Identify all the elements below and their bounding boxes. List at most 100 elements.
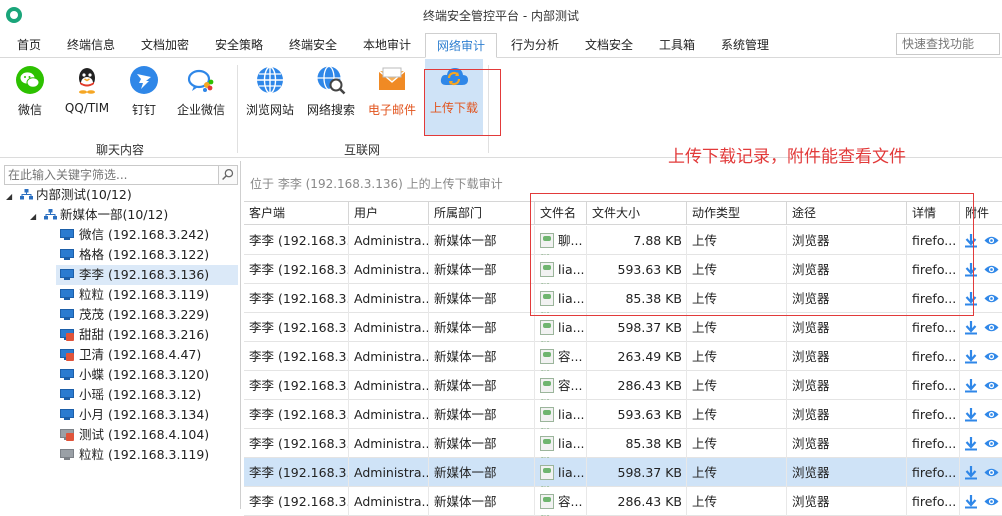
cell-user-text: Administra... — [354, 378, 429, 393]
tree-filter-input[interactable] — [4, 165, 218, 185]
tree-terminal-node[interactable]: 甜甜 (192.168.3.216) — [60, 325, 238, 345]
tree-group-node[interactable]: ◢ 新媒体一部(10/12) — [30, 205, 168, 225]
tab-terminal-security[interactable]: 终端安全 — [280, 33, 346, 58]
download-icon[interactable] — [964, 320, 978, 335]
view-eye-icon[interactable] — [984, 496, 999, 507]
tree-terminal-node[interactable]: 粒粒 (192.168.3.119) — [60, 445, 238, 465]
download-icon[interactable] — [964, 349, 978, 364]
cell-client: 李李 (192.168.3... — [244, 255, 349, 284]
tree-terminal-node[interactable]: 茂茂 (192.168.3.229) — [60, 305, 238, 325]
cell-action: 上传 — [687, 458, 787, 487]
column-header-user[interactable]: 用户 — [349, 202, 429, 225]
view-eye-icon[interactable] — [984, 380, 999, 391]
png-file-icon — [540, 378, 554, 400]
table-row[interactable]: 李李 (192.168.3... Administra... 新媒体一部 容... 28… — [244, 371, 1002, 400]
tab-terminal-info[interactable]: 终端信息 — [58, 33, 124, 58]
tab-local-audit[interactable]: 本地审计 — [354, 33, 420, 58]
tab-security-policy[interactable]: 安全策略 — [206, 33, 272, 58]
cell-via: 浏览器 — [787, 371, 907, 400]
quick-search-input[interactable] — [896, 33, 1000, 55]
table-row[interactable]: 李李 (192.168.3... Administra... 新媒体一部 容... 28… — [244, 487, 1002, 516]
table-row[interactable]: 李李 (192.168.3... Administra... 新媒体一部 lia...… — [244, 458, 1002, 487]
table-row[interactable]: 李李 (192.168.3... Administra... 新媒体一部 lia...… — [244, 313, 1002, 342]
column-header-client[interactable]: 客户端 — [244, 202, 349, 225]
view-eye-icon[interactable] — [984, 467, 999, 478]
tree-terminal-node[interactable]: 卫清 (192.168.4.47) — [60, 345, 238, 365]
ribbon-qq-label: QQ/TIM — [64, 101, 110, 115]
download-icon[interactable] — [964, 494, 978, 509]
cell-via: 浏览器 — [787, 458, 907, 487]
cell-user: Administra... — [349, 371, 429, 400]
collapse-arrow-icon[interactable]: ◢ — [30, 207, 40, 227]
terminal-label: 茂茂 (192.168.3.229) — [79, 307, 210, 322]
cell-action-text: 上传 — [692, 494, 718, 509]
cell-client: 李李 (192.168.3... — [244, 429, 349, 458]
view-eye-icon[interactable] — [984, 409, 999, 420]
ribbon-qq-button[interactable]: QQ/TIM — [58, 61, 116, 135]
cell-size-text: 263.49 KB — [617, 349, 682, 364]
cell-dept-text: 新媒体一部 — [434, 436, 497, 451]
cell-dept: 新媒体一部 — [429, 226, 535, 255]
cell-file: lia... — [535, 429, 587, 458]
cell-dept: 新媒体一部 — [429, 313, 535, 342]
download-icon[interactable] — [964, 465, 978, 480]
view-eye-icon[interactable] — [984, 235, 999, 246]
tree-terminal-node[interactable]: 小蝶 (192.168.3.120) — [60, 365, 238, 385]
cell-size: 598.37 KB — [587, 313, 687, 342]
tree-terminal-node[interactable]: 格格 (192.168.3.122) — [60, 245, 238, 265]
download-icon[interactable] — [964, 378, 978, 393]
org-icon — [19, 189, 33, 200]
ribbon-wechat-button[interactable]: 微信 — [6, 61, 54, 135]
ribbon-dingtalk-button[interactable]: 钉钉 — [120, 61, 168, 135]
tree-terminal-node[interactable]: 粒粒 (192.168.3.119) — [60, 285, 238, 305]
tab-doc-encryption[interactable]: 文档加密 — [132, 33, 198, 58]
tab-system-management[interactable]: 系统管理 — [712, 33, 778, 58]
ribbon-group-chat: 聊天内容 — [95, 143, 144, 157]
cell-user: Administra... — [349, 487, 429, 516]
tree-filter-button[interactable] — [218, 165, 238, 185]
tree-root-node[interactable]: ◢ 内部测试(10/12) — [6, 185, 132, 205]
view-eye-icon[interactable] — [984, 351, 999, 362]
cell-user: Administra... — [349, 255, 429, 284]
computer-icon — [60, 249, 74, 260]
cell-action: 上传 — [687, 313, 787, 342]
cell-user: Administra... — [349, 400, 429, 429]
ribbon-email-button[interactable]: 电子邮件 — [364, 61, 420, 135]
tab-behavior-analysis[interactable]: 行为分析 — [502, 33, 568, 58]
tab-toolbox[interactable]: 工具箱 — [650, 33, 704, 58]
tree-terminal-node-selected[interactable]: 李李 (192.168.3.136) — [56, 265, 238, 285]
table-row[interactable]: 李李 (192.168.3... Administra... 新媒体一部 lia...… — [244, 400, 1002, 429]
computer-icon — [60, 269, 74, 280]
ribbon-browse-web-button[interactable]: 浏览网站 — [242, 61, 298, 135]
view-eye-icon[interactable] — [984, 264, 999, 275]
download-icon[interactable] — [964, 407, 978, 422]
ribbon-web-search-button[interactable]: 网络搜索 — [302, 61, 360, 135]
cell-dept: 新媒体一部 — [429, 400, 535, 429]
cell-via-text: 浏览器 — [792, 378, 830, 393]
column-header-department[interactable]: 所属部门 — [429, 202, 535, 225]
png-file-icon — [540, 436, 554, 458]
view-eye-icon[interactable] — [984, 438, 999, 449]
cell-dept-text: 新媒体一部 — [434, 233, 497, 248]
cell-client: 李李 (192.168.3... — [244, 487, 349, 516]
view-eye-icon[interactable] — [984, 322, 999, 333]
table-row[interactable]: 李李 (192.168.3... Administra... 新媒体一部 lia...… — [244, 429, 1002, 458]
download-icon[interactable] — [964, 436, 978, 451]
tree-terminal-node[interactable]: 测试 (192.168.4.104) — [60, 425, 238, 445]
tab-network-audit[interactable]: 网络审计 — [425, 33, 497, 58]
png-file-icon — [540, 349, 554, 371]
tree-terminal-node[interactable]: 微信 (192.168.3.242) — [60, 225, 238, 245]
globe-search-icon — [317, 65, 346, 95]
ribbon-wecom-button[interactable]: 企业微信 — [172, 61, 230, 135]
collapse-arrow-icon[interactable]: ◢ — [6, 187, 16, 207]
tab-doc-security[interactable]: 文档安全 — [576, 33, 642, 58]
view-eye-icon[interactable] — [984, 293, 999, 304]
cell-file: lia... — [535, 400, 587, 429]
tree-terminal-node[interactable]: 小瑶 (192.168.3.12) — [60, 385, 238, 405]
cell-via: 浏览器 — [787, 429, 907, 458]
table-row[interactable]: 李李 (192.168.3... Administra... 新媒体一部 容... 26… — [244, 342, 1002, 371]
tab-home[interactable]: 首页 — [8, 33, 50, 58]
cell-user: Administra... — [349, 458, 429, 487]
cell-via-text: 浏览器 — [792, 407, 830, 422]
tree-terminal-node[interactable]: 小月 (192.168.3.134) — [60, 405, 238, 425]
